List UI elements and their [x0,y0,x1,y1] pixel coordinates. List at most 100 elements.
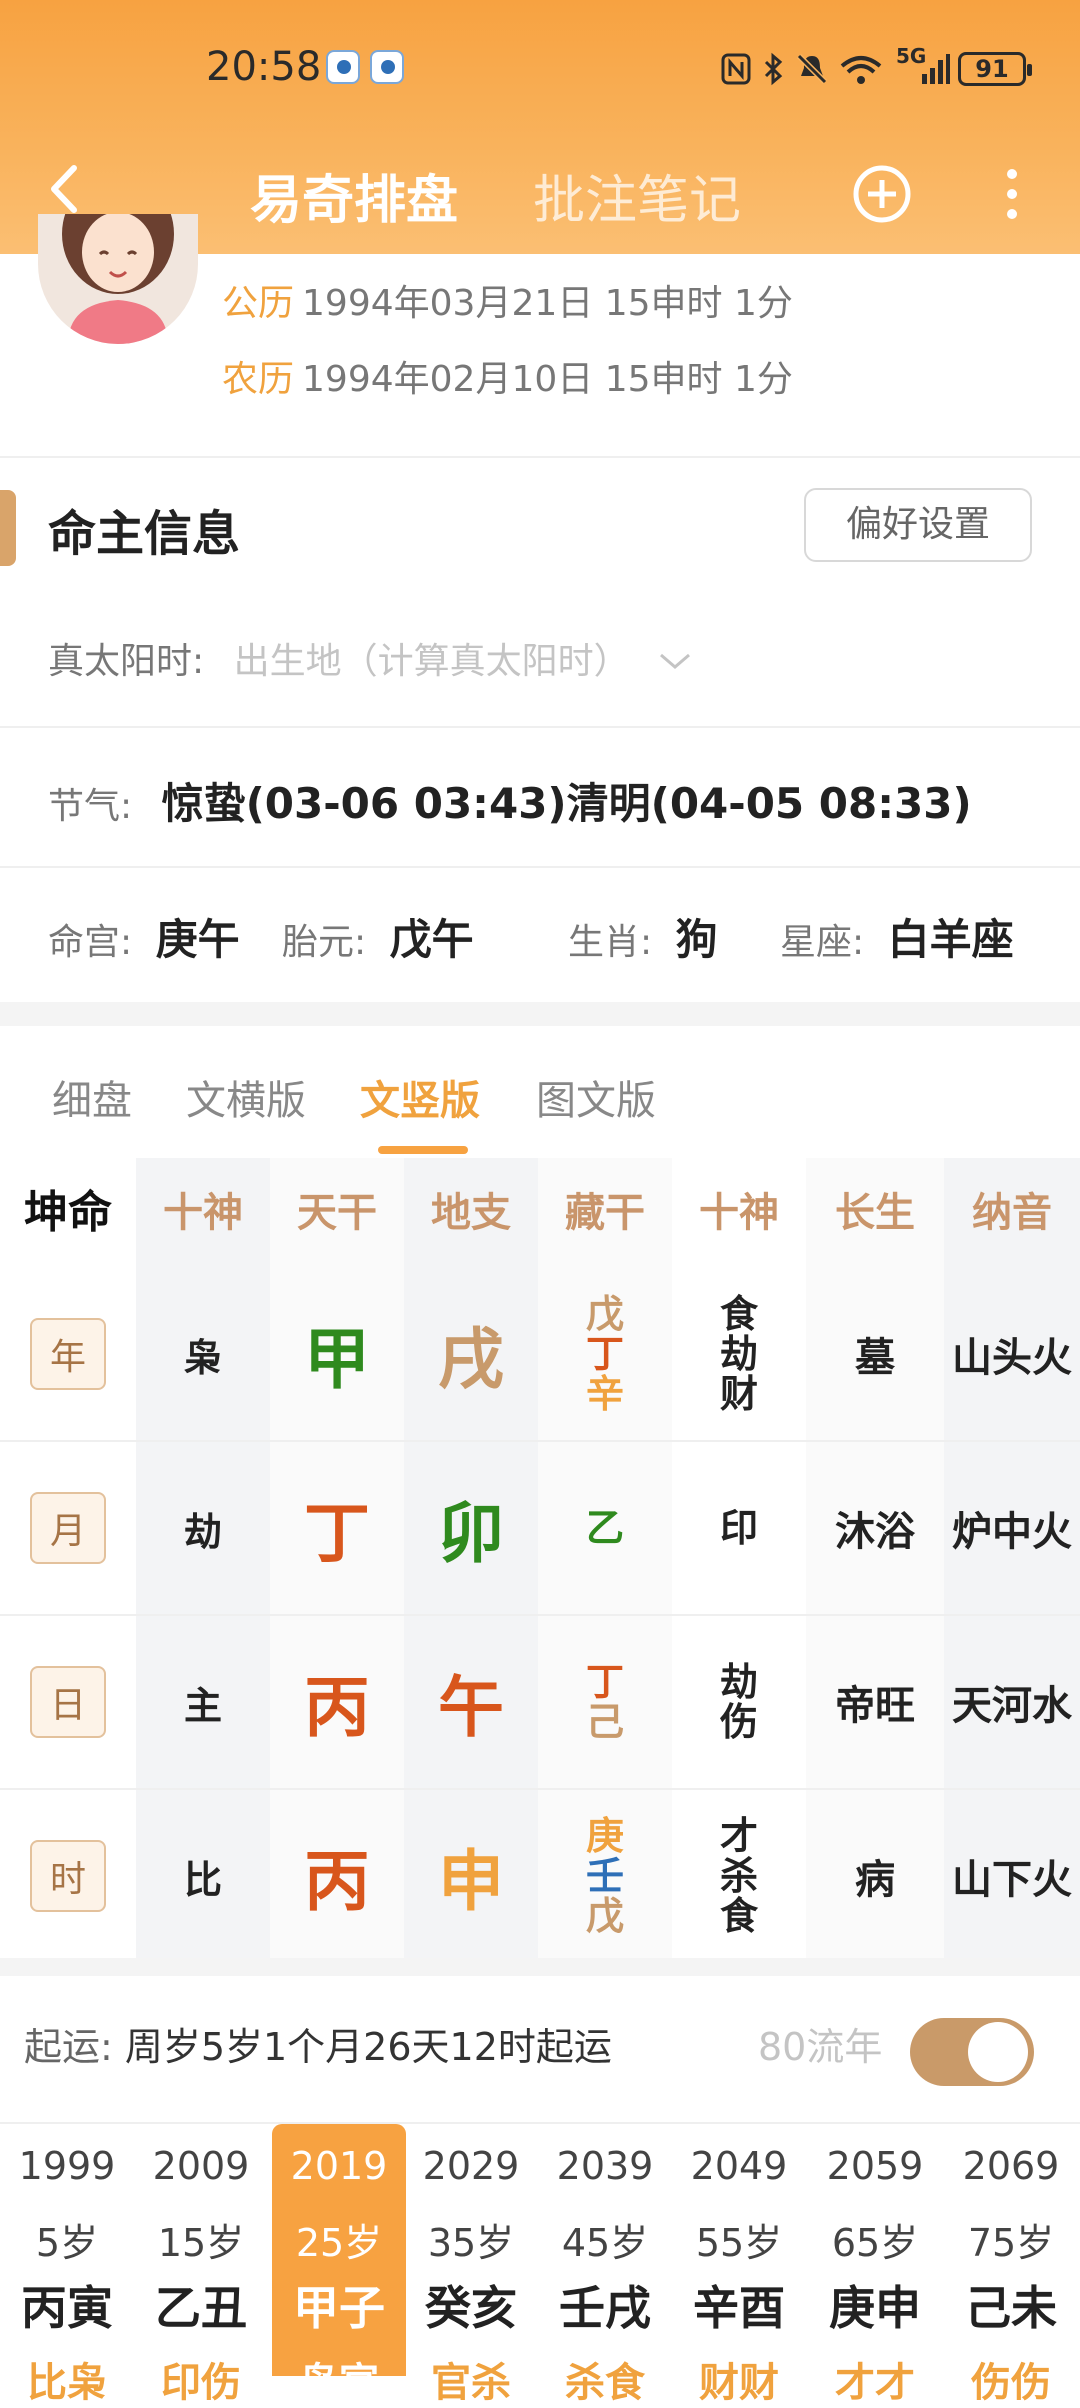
shishen-hour: 才杀食 [719,1814,758,1938]
section-accent [0,490,16,566]
qiyun-label: 起运: [24,2025,113,2069]
wifi-icon [840,56,882,84]
dayun-item[interactable]: 2039 45岁 壬戌 杀食 [538,2124,672,2406]
tab-wenheng[interactable]: 文横版 [186,1068,306,1126]
qiyun-row: 起运: 周岁5岁1个月26天12时起运 80流年 [0,1968,1080,2108]
tab-wenshu[interactable]: 文竖版 [360,1068,480,1126]
liunian-toggle[interactable] [910,2018,1034,2086]
zhi-day[interactable]: 午 [438,1654,504,1750]
solar-value: 1994年03月21日 15申时 1分 [302,283,793,324]
nav-tab-notes[interactable]: 批注笔记 [533,158,741,233]
header-canggan: 藏干 [565,1190,645,1236]
tab-xipan[interactable]: 细盘 [52,1068,132,1126]
dayun-item[interactable]: 1999 5岁 丙寅 比枭 [0,2124,134,2406]
zhi-hour[interactable]: 申 [438,1828,504,1924]
qiyun-value: 周岁5岁1个月26天12时起运 [124,2025,612,2069]
row-label-hour: 时 [30,1840,106,1912]
canggan-column: 藏干 戊丁辛 乙 丁己 庚壬戊 [538,1158,672,1958]
taiyuan-value: 戊午 [389,915,474,964]
tab-tuwen[interactable]: 图文版 [536,1068,656,1126]
solar-time-label: 真太阳时: [48,641,205,682]
section-gap [0,1002,1080,1026]
dayun-item-active[interactable]: 2019 25岁 甲子 枭官 [272,2124,406,2406]
notification-icon [326,50,360,84]
dayun-item[interactable]: 2049 55岁 辛酉 财财 [672,2124,806,2406]
canggan-month: 乙 [585,1506,624,1550]
dayun-item[interactable]: 2009 15岁 乙丑 印伤 [134,2124,268,2406]
qiyun-text: 起运: 周岁5岁1个月26天12时起运 [24,2016,612,2071]
dizhi-column: 地支 戌 卯 午 申 [404,1158,538,1958]
header-shishen: 十神 [163,1190,243,1236]
gan-day[interactable]: 丙 [304,1654,370,1750]
canggan-day: 丁己 [585,1660,624,1744]
mute-icon [796,53,828,85]
taiyuan-label: 胎元: [282,922,367,963]
shen-hour: 比 [183,1857,222,1902]
battery-icon: 91 [958,52,1032,86]
header-dizhi: 地支 [431,1190,511,1236]
row-label-year: 年 [30,1318,106,1390]
changsheng-column: 长生 墓 沐浴 帝旺 病 [806,1158,944,1958]
add-icon[interactable] [852,164,912,224]
signal-icon [922,54,950,84]
hidden-shishen-column: 十神 食劫财 印 劫伤 才杀食 [672,1158,806,1958]
header-shishen-2: 十神 [699,1190,779,1236]
preference-button[interactable]: 偏好设置 [804,488,1032,562]
changsheng-day: 帝旺 [835,1683,915,1729]
zhi-year[interactable]: 戌 [438,1306,504,1402]
gan-hour[interactable]: 丙 [304,1828,370,1924]
minggong-value: 庚午 [155,915,240,964]
solar-time-row[interactable]: 真太阳时: 出生地（计算真太阳时） [48,632,693,684]
chart-tabs: 细盘 文横版 文竖版 图文版 [0,1028,1080,1154]
dayun-row: 1999 5岁 丙寅 比枭 2009 15岁 乙丑 印伤 2019 25岁 甲子 枭官 2029 3… [0,2124,1080,2406]
section-header: 命主信息 偏好设置 [0,458,1080,594]
notification-icon [370,50,404,84]
jieqi-label: 节气: [48,786,133,827]
section-title: 命主信息 [48,506,241,562]
dayun-item[interactable]: 2059 65岁 庚申 才才 [808,2124,942,2406]
taiyuan-row: 胎元: 戊午 [282,906,474,967]
status-time: 20:58 [206,44,322,90]
changsheng-year: 墓 [855,1335,895,1381]
gan-month[interactable]: 丁 [304,1480,370,1576]
jieqi-row: 节气: 惊蛰(03-06 03:43)清明(04-05 08:33) [48,770,972,831]
birthplace-select[interactable]: 出生地（计算真太阳时） [234,641,630,682]
header-nayin: 纳音 [972,1190,1052,1236]
status-bar: 20:58 5G 91 [0,40,1080,100]
back-icon[interactable] [40,162,94,216]
dayun-item[interactable]: 2069 75岁 己未 伤伤 [944,2124,1078,2406]
xingzuo-value: 白羊座 [887,915,1014,964]
xingzuo-row: 星座: 白羊座 [780,906,1014,967]
changsheng-month: 沐浴 [835,1509,915,1555]
lunar-label: 农历 [222,359,295,400]
row-divider [0,1788,1080,1790]
row-label-month: 月 [30,1492,106,1564]
row-divider [0,1440,1080,1442]
shishen-column: 十神 枭 劫 主 比 [136,1158,270,1958]
nav-tab-pan[interactable]: 易奇排盘 [250,158,458,233]
divider [0,866,1080,868]
zhi-month[interactable]: 卯 [438,1480,504,1576]
profile-panel: 公历 1994年03月21日 15申时 1分 农历 1994年02月10日 15申时… [0,214,1080,456]
row-label-day: 日 [30,1666,106,1738]
tiangan-column: 天干 甲 丁 丙 丙 [270,1158,404,1958]
chevron-down-icon [660,653,691,669]
dayun-item[interactable]: 2029 35岁 癸亥 官杀 [404,2124,538,2406]
avatar[interactable] [38,214,198,344]
header-changsheng: 长生 [835,1190,915,1236]
shishen-month: 印 [719,1506,758,1550]
active-tab-indicator [378,1146,468,1154]
shengxiao-label: 生肖: [568,922,653,963]
lunar-date-row: 农历 1994年02月10日 15申时 1分 [222,350,793,402]
solar-date-row: 公历 1994年03月21日 15申时 1分 [222,274,793,326]
gan-year[interactable]: 甲 [304,1306,370,1402]
nayin-column: 纳音 山头火 炉中火 天河水 山下火 [944,1158,1080,1958]
canggan-year: 戊丁辛 [585,1292,624,1416]
shen-day: 主 [183,1683,222,1728]
more-icon[interactable] [1002,166,1022,222]
jieqi-value: 惊蛰(03-06 03:43)清明(04-05 08:33) [161,779,972,828]
shishen-year: 食劫财 [719,1292,758,1416]
palace-row: 命宫: 庚午 [48,906,240,967]
header-tiangan: 天干 [297,1190,377,1236]
nayin-day: 天河水 [952,1683,1072,1729]
